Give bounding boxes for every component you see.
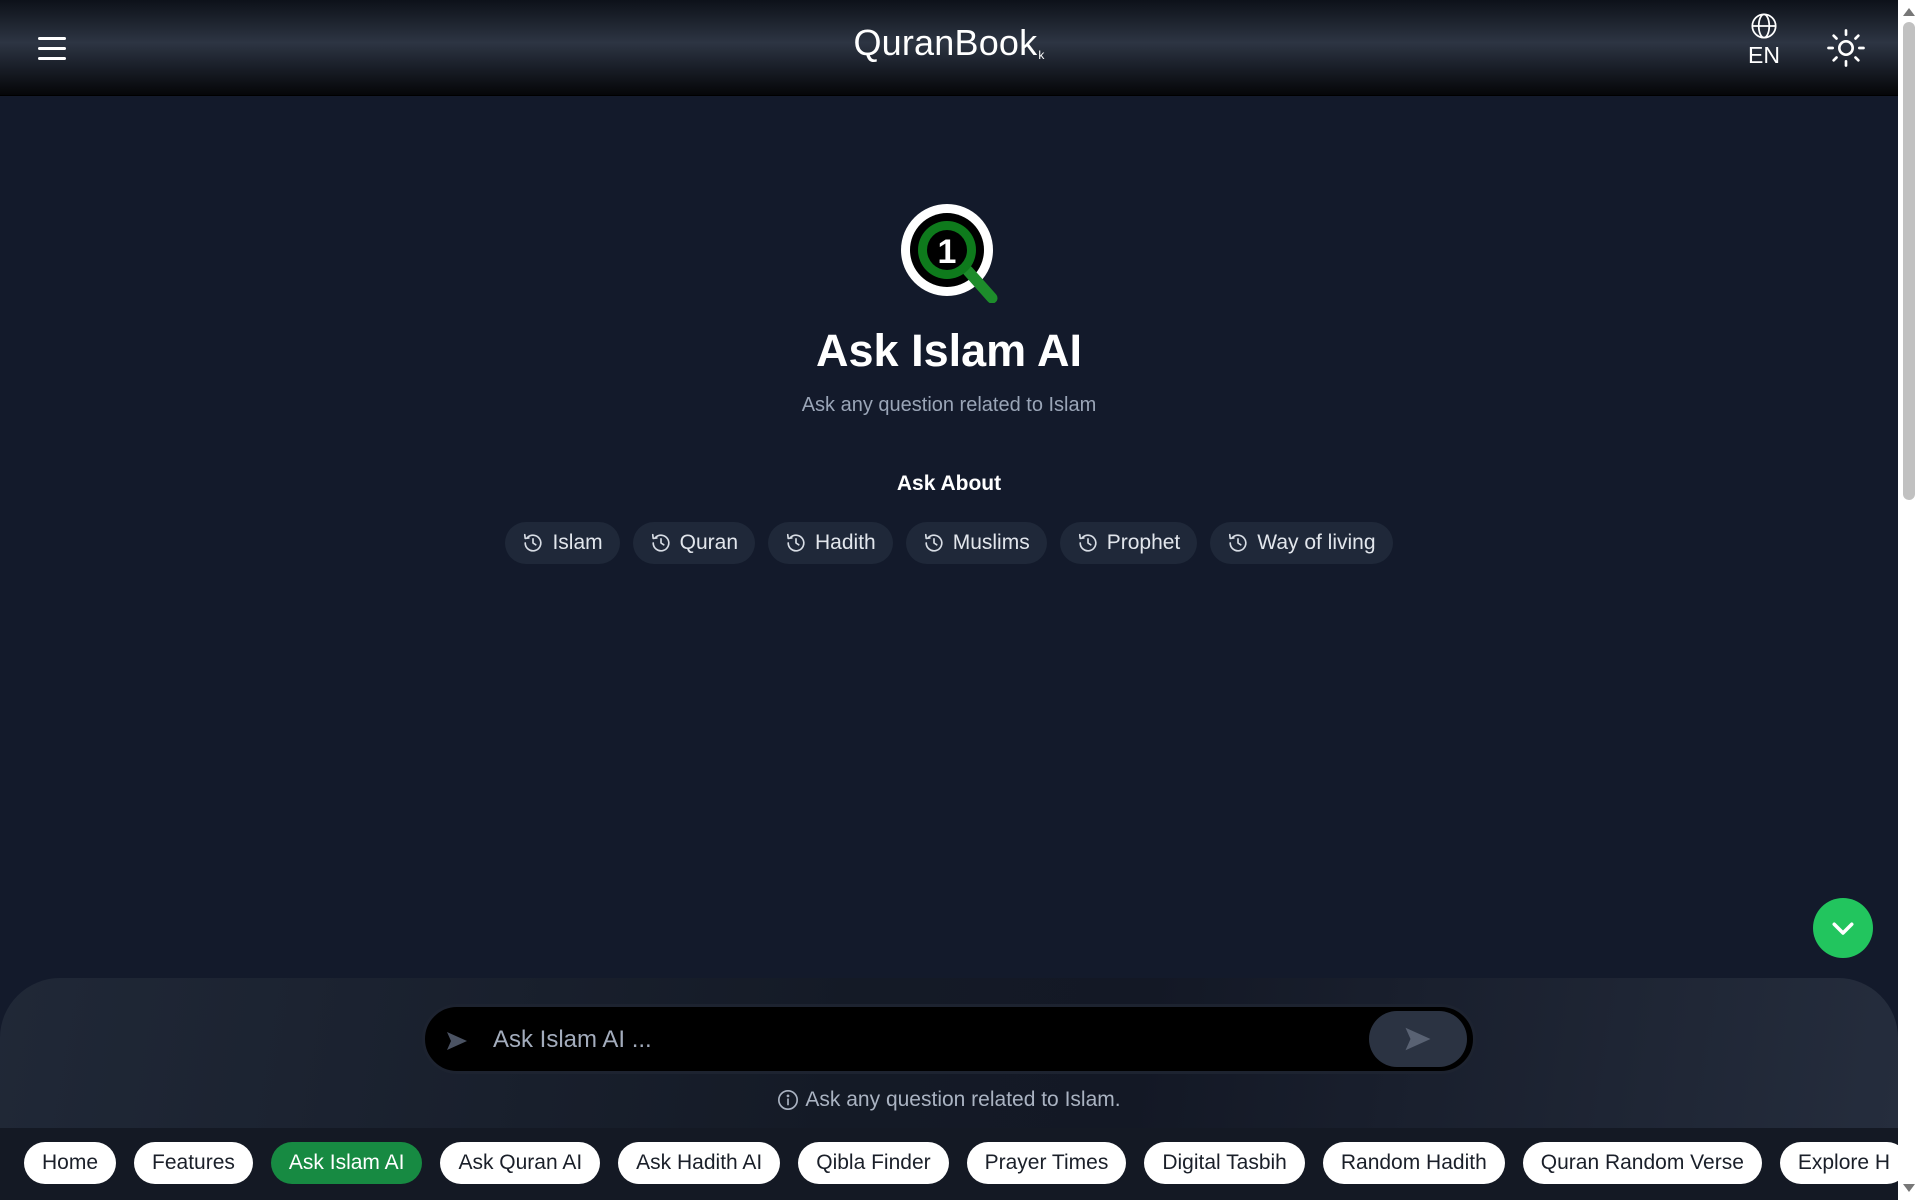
- nav-item-explore[interactable]: Explore H: [1779, 1142, 1898, 1184]
- language-code: EN: [1748, 42, 1780, 68]
- history-icon: [1229, 533, 1247, 552]
- globe-icon: [1751, 13, 1777, 39]
- topic-chip-hadith[interactable]: Hadith: [768, 522, 893, 564]
- bottom-nav-track: Home Features Ask Islam AI Ask Quran AI …: [24, 1142, 1898, 1184]
- app-logo-icon: 1: [901, 204, 998, 303]
- send-icon: [1405, 1027, 1431, 1051]
- nav-item-random-hadith[interactable]: Random Hadith: [1322, 1142, 1505, 1184]
- topic-chip-islam[interactable]: Islam: [505, 522, 620, 564]
- scrollbar-thumb[interactable]: [1903, 22, 1915, 500]
- history-icon: [651, 533, 670, 552]
- brand-name: QuranBook: [853, 22, 1038, 63]
- top-header: QuranBookk EN: [0, 0, 1898, 96]
- chevron-down-icon: [1832, 922, 1854, 935]
- page-subtitle: Ask any question related to Islam: [801, 394, 1097, 416]
- nav-item-features[interactable]: Features: [134, 1142, 253, 1184]
- send-button[interactable]: [1369, 1011, 1467, 1067]
- send-icon: [447, 1032, 467, 1050]
- topic-chip-way-of-living[interactable]: Way of living: [1210, 522, 1393, 564]
- history-icon: [924, 533, 943, 552]
- language-selector[interactable]: EN: [1748, 12, 1780, 69]
- brand-logo-text[interactable]: QuranBookk: [0, 22, 1898, 64]
- brand-mark: k: [1038, 48, 1045, 62]
- nav-item-qibla-finder[interactable]: Qibla Finder: [798, 1142, 949, 1184]
- topic-chip-label: Way of living: [1257, 531, 1376, 554]
- history-icon: [786, 533, 805, 552]
- nav-item-ask-hadith-ai[interactable]: Ask Hadith AI: [618, 1142, 781, 1184]
- topic-chip-list: Islam Quran Hadith Muslims Prophet Way o…: [0, 522, 1898, 564]
- input-hint: Ask any question related to Islam.: [0, 1088, 1898, 1117]
- input-hint-text: Ask any question related to Islam.: [805, 1088, 1121, 1111]
- nav-item-home[interactable]: Home: [24, 1142, 117, 1184]
- scroll-to-bottom-button[interactable]: [1813, 898, 1873, 958]
- sun-icon: [1827, 29, 1865, 67]
- topic-chip-muslims[interactable]: Muslims: [905, 522, 1047, 564]
- nav-item-ask-quran-ai[interactable]: Ask Quran AI: [440, 1142, 601, 1184]
- history-icon: [1078, 533, 1097, 552]
- nav-item-digital-tasbih[interactable]: Digital Tasbih: [1144, 1142, 1305, 1184]
- bottom-nav: Home Features Ask Islam AI Ask Quran AI …: [0, 1128, 1898, 1200]
- nav-item-ask-islam-ai[interactable]: Ask Islam AI: [270, 1142, 423, 1184]
- topic-chip-prophet[interactable]: Prophet: [1059, 522, 1198, 564]
- theme-toggle-button[interactable]: [1826, 28, 1866, 68]
- topic-chip-quran[interactable]: Quran: [632, 522, 756, 564]
- page-scrollbar[interactable]: [1898, 0, 1920, 1200]
- nav-item-quran-random-verse[interactable]: Quran Random Verse: [1522, 1142, 1762, 1184]
- ask-about-heading: Ask About: [896, 472, 1002, 495]
- topic-chip-label: Islam: [552, 531, 603, 554]
- ask-input[interactable]: [493, 1019, 1373, 1061]
- page-title: Ask Islam AI: [816, 325, 1082, 376]
- topic-chip-label: Quran: [679, 531, 739, 554]
- history-icon: [524, 533, 543, 552]
- topic-chip-label: Hadith: [815, 531, 876, 554]
- scroll-down-arrow[interactable]: [1903, 1184, 1915, 1192]
- info-icon: [778, 1090, 799, 1110]
- scroll-up-arrow[interactable]: [1903, 8, 1915, 16]
- chat-input-bar: [422, 1004, 1476, 1074]
- topic-chip-label: Prophet: [1106, 531, 1181, 554]
- topic-chip-label: Muslims: [952, 531, 1030, 554]
- svg-text:1: 1: [938, 233, 957, 271]
- nav-item-prayer-times[interactable]: Prayer Times: [966, 1142, 1127, 1184]
